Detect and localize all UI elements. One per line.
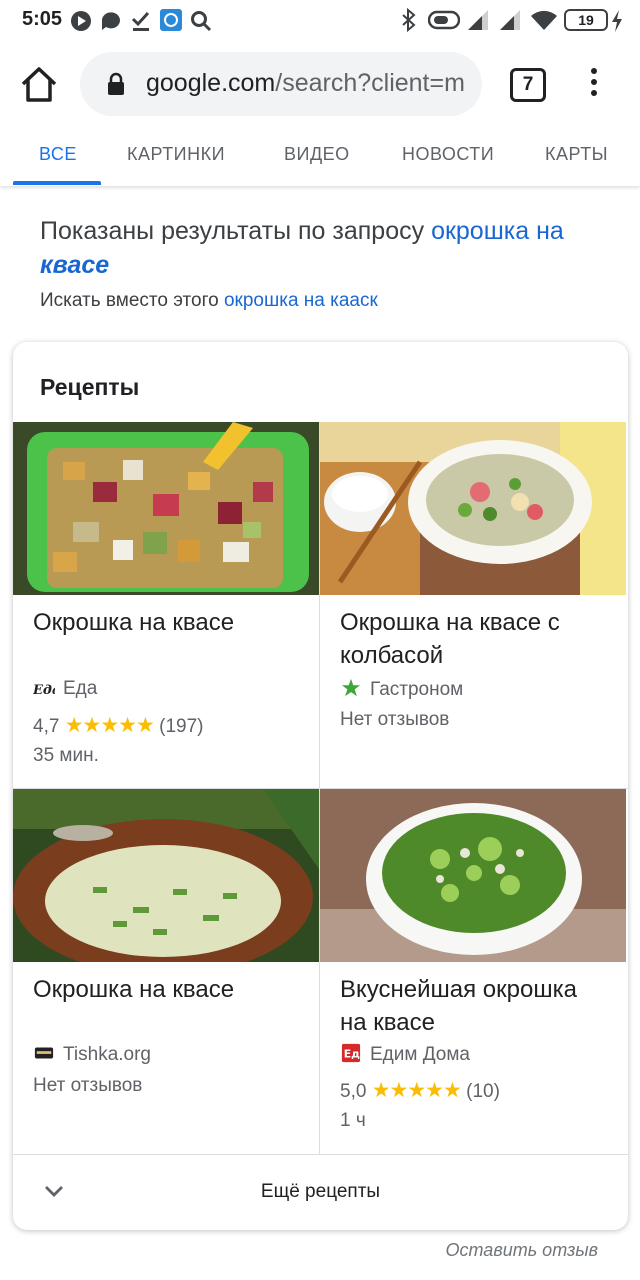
status-bar: 5:05 19: [0, 0, 640, 40]
recipe-source-name: Гастроном: [370, 679, 464, 700]
search-notification-icon: [191, 11, 212, 32]
toggle-icon: [428, 10, 460, 30]
review-count: (10): [466, 1081, 500, 1102]
tishka-logo-icon: [34, 1047, 54, 1059]
recipe-item[interactable]: Вкуснейшая окрошка на квасе Ед Едим Дома …: [320, 789, 626, 1154]
active-tab-indicator: [13, 181, 101, 185]
lock-icon: [108, 72, 124, 95]
svg-text:Eда: Eда: [33, 683, 55, 697]
bluetooth-icon: [402, 8, 416, 32]
recipe-source-name: Едим Дома: [370, 1044, 470, 1065]
check-download-icon: [131, 11, 150, 31]
tab-news[interactable]: НОВОСТИ: [402, 144, 494, 165]
rating-value: 5,0: [340, 1081, 367, 1102]
svg-text:Ед: Ед: [344, 1048, 360, 1061]
recipe-title[interactable]: Окрошка на квасе с колбасой: [340, 606, 610, 672]
recipe-image[interactable]: [13, 789, 319, 962]
more-recipes-label: Ещё рецепты: [260, 1181, 381, 1202]
recipe-title[interactable]: Окрошка на квасе: [33, 973, 303, 1006]
tab-maps[interactable]: КАРТЫ: [545, 144, 608, 165]
feedback-link[interactable]: Оставить отзыв: [446, 1240, 598, 1261]
recipe-no-reviews: Нет отзывов: [340, 709, 450, 730]
charging-icon: [612, 10, 622, 32]
url-path: /search?client=m: [275, 69, 465, 97]
recipe-source: Гастроном: [340, 678, 463, 701]
original-query-link[interactable]: окрошка на кааск: [224, 290, 378, 311]
home-icon[interactable]: [18, 64, 60, 106]
recipe-title[interactable]: Вкуснейшая окрошка на квасе: [340, 973, 610, 1039]
rating-stars: ★★★★★: [64, 714, 155, 737]
recipe-source-name: Еда: [63, 678, 98, 699]
review-count: (197): [159, 716, 204, 737]
browser-toolbar: google.com/search?client=m 7: [0, 40, 640, 130]
edim-doma-logo-icon: Ед: [341, 1043, 360, 1063]
recipes-card: Рецепты Окрошка на квасе Eд Еда 4,7 ★★★★…: [13, 342, 628, 1230]
recipe-image[interactable]: [320, 422, 626, 595]
recipe-image[interactable]: [13, 422, 319, 595]
play-icon: [71, 11, 91, 31]
search-instead-prefix: Искать вместо этого: [40, 290, 224, 311]
recipe-rating: 4,7 ★★★★★ (197): [33, 713, 203, 738]
battery-indicator: 19: [564, 9, 608, 31]
url-text: google.com/search?client=m: [146, 69, 465, 98]
battery-level: 19: [578, 12, 594, 28]
app-notification-icon: [160, 9, 182, 31]
showing-results-prefix: Показаны результаты по запросу: [40, 217, 432, 245]
showing-results-for: Показаны результаты по запросу окрошка н…: [40, 214, 620, 282]
signal-icon-1: [468, 10, 488, 30]
tabs-switcher-button[interactable]: 7: [510, 68, 546, 102]
url-bar[interactable]: google.com/search?client=m: [80, 52, 482, 116]
eda-logo-icon: Eда: [32, 681, 60, 701]
tab-all[interactable]: ВСЕ: [39, 144, 77, 165]
tab-images[interactable]: КАРТИНКИ: [127, 144, 225, 165]
recipe-source-name: Tishka.org: [63, 1044, 151, 1065]
status-time: 5:05: [22, 8, 63, 30]
recipes-card-title: Рецепты: [40, 374, 140, 400]
corrected-query-part2[interactable]: квасе: [40, 251, 109, 279]
recipe-source: Ед Едим Дома: [340, 1043, 470, 1066]
recipe-item[interactable]: Окрошка на квасе EдаЕда 4,7 ★★★★★ (197) …: [13, 422, 319, 788]
rating-stars: ★★★★★: [371, 1079, 462, 1102]
recipe-title[interactable]: Окрошка на квасе: [33, 606, 303, 639]
recipe-rating: 5,0 ★★★★★ (10): [340, 1078, 500, 1103]
corrected-query-part1[interactable]: окрошка на: [431, 217, 564, 245]
recipe-time: 35 мин.: [33, 745, 99, 766]
more-menu-icon[interactable]: [584, 68, 604, 102]
recipe-item[interactable]: Окрошка на квасе Tishka.org Нет отзывов: [13, 789, 319, 1154]
more-recipes-button[interactable]: Ещё рецепты: [13, 1155, 628, 1230]
search-instead: Искать вместо этого окрошка на кааск: [40, 290, 620, 312]
rating-value: 4,7: [33, 716, 60, 737]
url-domain: google.com: [146, 69, 276, 97]
chat-icon: [102, 12, 120, 30]
recipe-image[interactable]: [320, 789, 626, 962]
wifi-icon: [531, 10, 557, 30]
search-tabs: ВСЕ КАРТИНКИ ВИДЕО НОВОСТИ КАРТЫ: [0, 130, 640, 186]
recipe-no-reviews: Нет отзывов: [33, 1075, 143, 1096]
grid-divider-horizontal: [13, 788, 628, 789]
gastronom-star-icon: [341, 678, 361, 697]
tab-video[interactable]: ВИДЕО: [284, 144, 350, 165]
spelling-correction: Показаны результаты по запросу окрошка н…: [40, 214, 620, 312]
recipe-source: Tishka.org: [33, 1043, 151, 1066]
recipe-item[interactable]: Окрошка на квасе с колбасой Гастроном Не…: [320, 422, 626, 788]
signal-icon-2: [500, 10, 520, 30]
recipe-source: Eда Еда: [32, 678, 98, 701]
recipe-time: 1 ч: [340, 1110, 366, 1131]
